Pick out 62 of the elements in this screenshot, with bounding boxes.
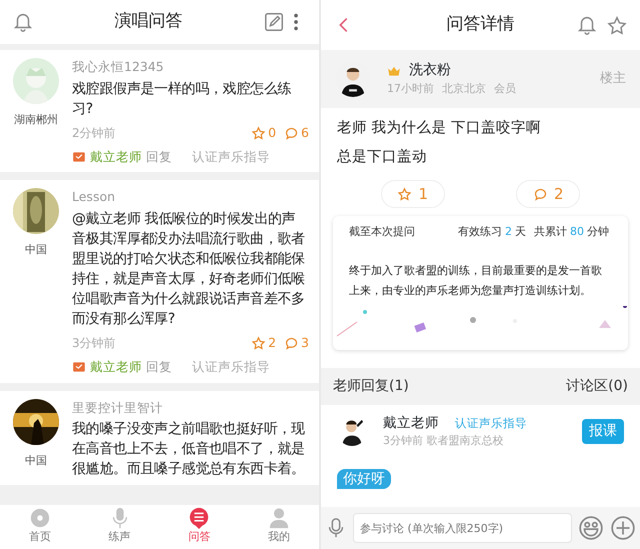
bell-icon[interactable] — [12, 11, 34, 33]
time-text: 3分钟前 — [72, 335, 116, 352]
star-icon[interactable] — [606, 14, 628, 37]
time-text: 17小时前 — [387, 81, 434, 98]
comment-button[interactable]: 2 — [516, 180, 580, 208]
message-bubble: 你好呀 — [337, 468, 391, 489]
username[interactable]: 里要控计里智计 — [72, 398, 309, 418]
location-text: 湖南郴州 — [14, 112, 58, 128]
emoji-icon[interactable] — [578, 515, 604, 541]
comment-count: 3 — [301, 334, 309, 352]
reply-label: 回复 — [146, 358, 172, 376]
question-text[interactable]: 戏腔跟假声是一样的吗，戏腔怎么练习? — [72, 78, 309, 119]
question-text: 老师 我为什么是 下口盖咬字啊 — [337, 118, 542, 138]
tab-bar-item[interactable]: 首页 — [0, 505, 80, 549]
username[interactable]: Lesson — [72, 188, 309, 207]
comment-icon[interactable] — [284, 336, 300, 351]
tab-bar-item[interactable]: 练声 — [80, 505, 160, 549]
teacher-name[interactable]: 戴立老师 — [90, 358, 142, 376]
reply-icon — [72, 360, 86, 374]
teacher-name[interactable]: 戴立老师 — [90, 148, 142, 166]
message-text: 终于加入了歌者盟的训练，目前最重要的是发一首歌上来，由专业的声乐老师为您量声打造训练计划。 — [348, 262, 603, 298]
member-label: 会员 — [494, 81, 516, 98]
bell-icon[interactable] — [576, 14, 598, 36]
certification-text: 认证声乐指导 — [192, 358, 270, 376]
username[interactable]: 洗衣粉 — [409, 60, 451, 82]
section-tab[interactable]: 讨论区(0) — [566, 376, 628, 397]
reply-icon — [72, 150, 86, 164]
star-count: 0 — [268, 124, 276, 142]
page-title: 演唱问答 — [114, 11, 182, 32]
floor-label: 楼主 — [600, 70, 626, 88]
username[interactable]: 我心永恒12345 — [72, 58, 309, 77]
label-text: 截至本次提问 — [349, 224, 415, 240]
page-title: 问答详情 — [446, 14, 514, 34]
location-text: 中国 — [25, 452, 47, 468]
comment-icon — [532, 186, 548, 202]
reply-label: 回复 — [146, 148, 172, 166]
section-tab[interactable]: 老师回复(1) — [333, 376, 409, 397]
star-icon[interactable] — [251, 126, 266, 141]
comment-icon[interactable] — [284, 126, 300, 141]
tab-bar-item[interactable]: 我的 — [239, 505, 319, 549]
favorite-button[interactable]: 1 — [380, 180, 445, 208]
time-text: 2分钟前 — [72, 125, 116, 142]
certification-text: 认证声乐指导 — [455, 414, 527, 432]
certification-text: 认证声乐指导 — [192, 148, 270, 166]
question-text: 总是下口盖动 — [337, 148, 428, 167]
location-text: 北京北京 — [442, 81, 486, 98]
person-icon — [268, 507, 290, 529]
teacher-name[interactable]: 戴立老师 — [383, 413, 439, 434]
comment-count: 6 — [301, 124, 309, 142]
enroll-button[interactable]: 报课 — [582, 418, 624, 444]
edit-icon[interactable] — [263, 11, 285, 33]
question-text[interactable]: @戴立老师 我低喉位的时候发出的声音极其浑厚都没办法唱流行歌曲，歌者盟里说的打哈欠状态和低喉位我都能保持住，就是声音太厚，好奇老师们低喉位唱歌声音为什么就跟说话声音差不多而没有那么浑厚? — [72, 209, 309, 329]
practice-stats: 有效练习 2 天 共累计 80 分钟 — [458, 224, 610, 240]
reply-meta: 3分钟前 歌者盟南京总校 — [383, 433, 504, 450]
location-text: 中国 — [25, 242, 47, 258]
star-count: 2 — [268, 334, 276, 352]
star-icon — [397, 186, 412, 202]
tab-bar-item[interactable]: 问答 — [160, 505, 240, 549]
comment-input[interactable]: 参与讨论 (单次输入限250字) — [353, 513, 572, 543]
question-text[interactable]: 我的嗓子没变声之前唱歌也挺好听，现在高音也上不去，低音也唱不了，就是很尴尬。而且嗓子感觉总有东西卡着。 — [72, 419, 309, 480]
add-icon[interactable] — [610, 515, 636, 541]
star-icon[interactable] — [251, 336, 266, 351]
